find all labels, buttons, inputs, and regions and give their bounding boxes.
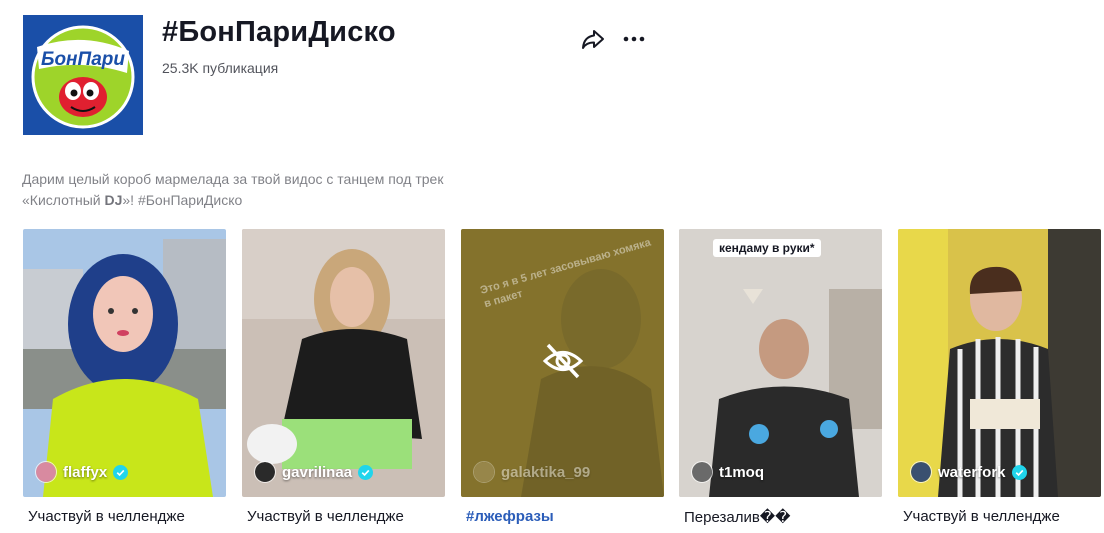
username: t1moq <box>719 463 764 481</box>
avatar <box>473 461 495 483</box>
video-overlay-text: кендаму в руки* <box>713 239 821 257</box>
video-card[interactable]: кендаму в руки* t1moq Перезалив�� <box>679 229 882 526</box>
avatar <box>691 461 713 483</box>
video-author[interactable]: waterfork <box>910 461 1027 483</box>
video-thumbnail[interactable]: Это я в 5 лет засовываю хомяка в пакет g… <box>461 229 664 497</box>
video-thumbnail[interactable]: waterfork <box>898 229 1101 497</box>
eye-slash-icon <box>542 343 584 379</box>
logo-text: БонПари <box>41 49 125 70</box>
hashtag-logo: БонПари <box>23 15 143 135</box>
verified-badge-icon <box>358 464 374 480</box>
description-line-2: «Кислотный DJ»! #БонПариДиско <box>22 192 243 208</box>
username: flaffyx <box>63 463 108 481</box>
verified-badge-icon <box>113 464 129 480</box>
username: waterfork <box>938 463 1006 481</box>
publication-count: 25.3K публикация <box>162 60 279 76</box>
video-card[interactable]: flaffyx Участвуй в челлендже <box>23 229 226 525</box>
video-caption[interactable]: Перезалив�� <box>684 508 791 526</box>
video-caption[interactable]: Участвуй в челлендже <box>247 508 404 525</box>
verified-badge-icon <box>1011 464 1027 480</box>
share-arrow-icon <box>582 30 604 49</box>
video-caption[interactable]: Участвуй в челлендже <box>903 508 1060 525</box>
video-author[interactable]: gavrilinaa <box>254 461 374 483</box>
hashtag-description: Дарим целый короб мармелада за твой видо… <box>22 169 542 211</box>
video-caption[interactable]: Участвуй в челлендже <box>28 508 185 525</box>
avatar <box>254 461 276 483</box>
video-card[interactable]: waterfork Участвуй в челлендже <box>898 229 1101 525</box>
video-caption-hashtag[interactable]: #лжефразы <box>466 508 554 525</box>
video-thumbnail[interactable]: кендаму в руки* t1moq <box>679 229 882 497</box>
video-author[interactable]: galaktika_99 <box>473 461 590 483</box>
more-options-button[interactable] <box>621 27 647 51</box>
share-button[interactable] <box>580 27 606 51</box>
avatar <box>35 461 57 483</box>
video-card[interactable]: gavrilinaa Участвуй в челлендже <box>242 229 445 525</box>
video-thumbnail[interactable]: flaffyx <box>23 229 226 497</box>
description-line-1: Дарим целый короб мармелада за твой видо… <box>22 171 444 187</box>
username: galaktika_99 <box>501 463 591 481</box>
video-card-hidden[interactable]: Это я в 5 лет засовываю хомяка в пакет g… <box>461 229 664 525</box>
video-thumbnail[interactable]: gavrilinaa <box>242 229 445 497</box>
more-dots-icon <box>623 36 645 42</box>
video-author[interactable]: flaffyx <box>35 461 129 483</box>
avatar <box>910 461 932 483</box>
hashtag-title: #БонПариДиско <box>162 16 396 48</box>
video-author[interactable]: t1moq <box>691 461 764 483</box>
username: gavrilinaa <box>282 463 353 481</box>
